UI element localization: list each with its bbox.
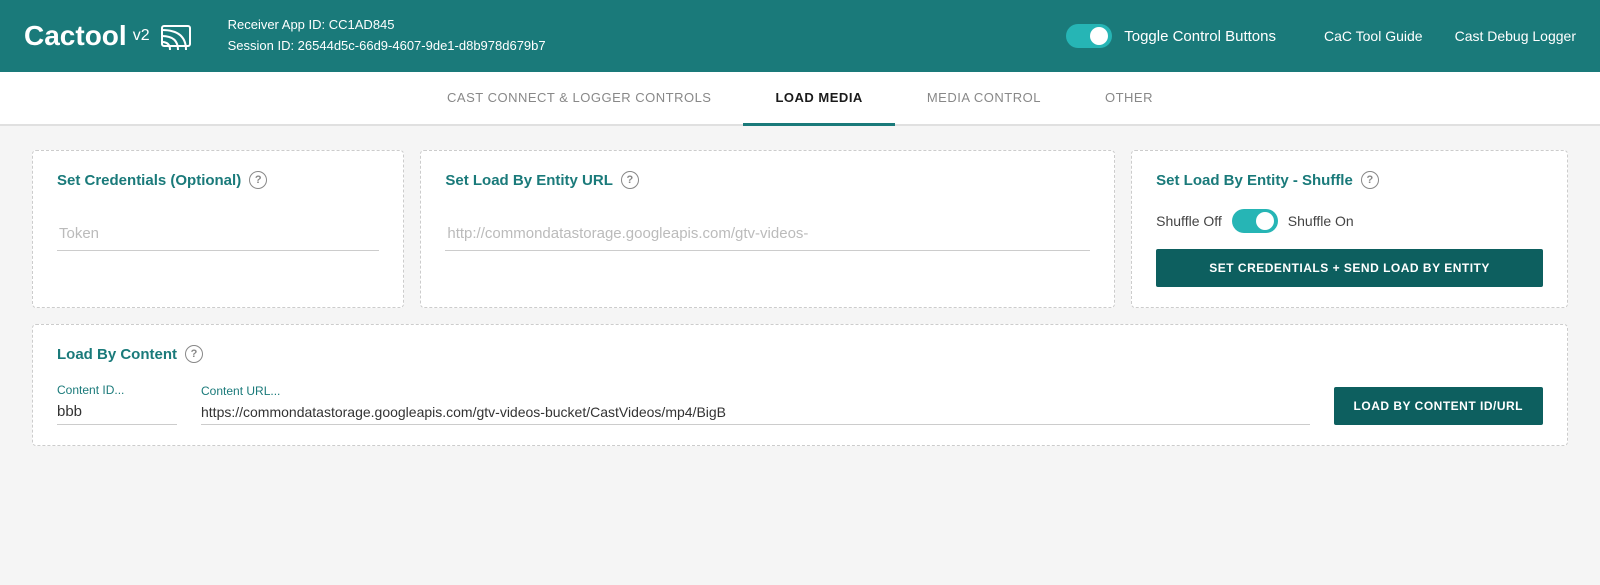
content-id-label: Content ID...	[57, 383, 177, 397]
tab-media-control[interactable]: MEDIA CONTROL	[895, 72, 1073, 126]
load-by-content-title: Load By Content ?	[57, 345, 1543, 363]
tab-other[interactable]: OTHER	[1073, 72, 1185, 126]
toggle-section[interactable]: Toggle Control Buttons	[1066, 24, 1276, 48]
shuffle-toggle-thumb	[1256, 212, 1274, 230]
cast-debug-logger-link[interactable]: Cast Debug Logger	[1455, 28, 1576, 44]
logo-version: v2	[133, 27, 150, 45]
credentials-help-icon[interactable]: ?	[249, 171, 267, 189]
load-by-content-card: Load By Content ? Content ID... bbb Cont…	[32, 324, 1568, 446]
entity-url-card: Set Load By Entity URL ?	[420, 150, 1115, 308]
content-url-group: Content URL... https://commondatastorage…	[201, 384, 1310, 425]
main-content: Set Credentials (Optional) ? Set Load By…	[0, 126, 1600, 470]
entity-url-input[interactable]	[445, 217, 1090, 251]
shuffle-card-title: Set Load By Entity - Shuffle ?	[1156, 171, 1543, 189]
load-content-row: Content ID... bbb Content URL... https:/…	[57, 383, 1543, 425]
shuffle-card: Set Load By Entity - Shuffle ? Shuffle O…	[1131, 150, 1568, 308]
shuffle-on-label: Shuffle On	[1288, 213, 1354, 229]
app-logo: Cactool v2	[24, 20, 196, 52]
toggle-control-buttons[interactable]	[1066, 24, 1112, 48]
cac-tool-guide-link[interactable]: CaC Tool Guide	[1324, 28, 1423, 44]
toggle-label: Toggle Control Buttons	[1124, 28, 1276, 45]
header-nav: CaC Tool Guide Cast Debug Logger	[1324, 28, 1576, 44]
load-by-content-help-icon[interactable]: ?	[185, 345, 203, 363]
cast-icon	[160, 20, 192, 52]
tab-load-media[interactable]: LOAD MEDIA	[743, 72, 894, 126]
content-url-value: https://commondatastorage.googleapis.com…	[201, 400, 1310, 425]
content-url-label: Content URL...	[201, 384, 1310, 398]
tab-cast-connect[interactable]: CAST CONNECT & LOGGER CONTROLS	[415, 72, 743, 126]
token-input[interactable]	[57, 217, 379, 251]
credentials-card: Set Credentials (Optional) ?	[32, 150, 404, 308]
load-by-content-button[interactable]: LOAD BY CONTENT ID/URL	[1334, 387, 1543, 425]
main-nav-tabs: CAST CONNECT & LOGGER CONTROLS LOAD MEDI…	[0, 72, 1600, 126]
top-card-row: Set Credentials (Optional) ? Set Load By…	[32, 150, 1568, 308]
shuffle-off-label: Shuffle Off	[1156, 213, 1222, 229]
receiver-app-id: Receiver App ID: CC1AD845	[228, 15, 1067, 36]
app-header: Cactool v2 Receiver App ID: CC1AD845 Ses…	[0, 0, 1600, 72]
content-id-group: Content ID... bbb	[57, 383, 177, 425]
shuffle-toggle-row: Shuffle Off Shuffle On	[1156, 209, 1543, 233]
credentials-card-title: Set Credentials (Optional) ?	[57, 171, 379, 189]
shuffle-help-icon[interactable]: ?	[1361, 171, 1379, 189]
logo-text: Cactool	[24, 20, 127, 52]
set-credentials-send-load-button[interactable]: SET CREDENTIALS + SEND LOAD BY ENTITY	[1156, 249, 1543, 287]
session-id: Session ID: 26544d5c-66d9-4607-9de1-d8b9…	[228, 36, 1067, 57]
entity-url-card-title: Set Load By Entity URL ?	[445, 171, 1090, 189]
entity-url-help-icon[interactable]: ?	[621, 171, 639, 189]
header-info: Receiver App ID: CC1AD845 Session ID: 26…	[228, 15, 1067, 57]
content-id-value: bbb	[57, 399, 177, 425]
shuffle-toggle[interactable]	[1232, 209, 1278, 233]
